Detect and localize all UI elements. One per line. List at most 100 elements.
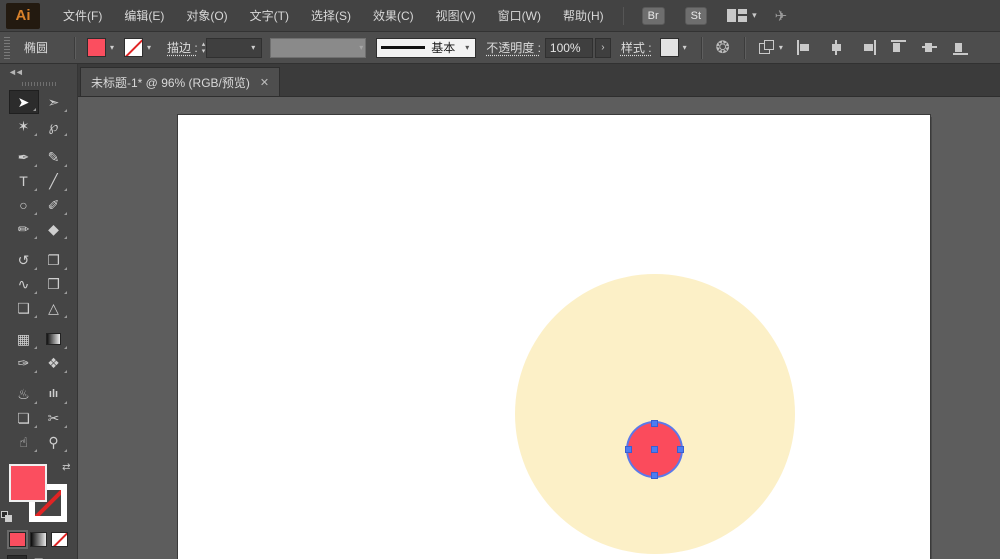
close-icon[interactable]: ✕ — [260, 76, 269, 89]
menu-item-6[interactable]: 视图(V) — [425, 1, 487, 30]
paintbrush-tool[interactable]: ✐ — [39, 193, 69, 217]
blend-icon: ❖ — [47, 354, 60, 371]
eyedropper-tool[interactable]: ✑ — [9, 351, 39, 375]
blend-tool[interactable]: ❖ — [39, 351, 69, 375]
align-vertical-top-icon[interactable] — [890, 40, 907, 55]
stepper-up-icon[interactable]: ▴ — [202, 41, 206, 48]
align-horizontal-center-icon[interactable] — [828, 40, 845, 55]
ellipse-tool[interactable]: ○ — [9, 193, 39, 217]
menu-item-1[interactable]: 编辑(E) — [113, 1, 175, 30]
recolor-artwork-icon[interactable]: ❂ — [716, 38, 730, 58]
canvas[interactable] — [78, 97, 1000, 559]
menu-item-3[interactable]: 文字(T) — [239, 1, 300, 30]
fill-color-dropdown[interactable]: ▾ — [87, 38, 116, 57]
stroke-width-stepper[interactable]: ▴ ▾ — [202, 41, 206, 55]
stroke-panel-link[interactable]: 描边 : — [167, 39, 198, 56]
symbol-sprayer-tool[interactable]: ♨ — [9, 382, 39, 406]
align-horizontal-left-icon[interactable] — [796, 40, 814, 55]
menu-item-0[interactable]: 文件(F) — [52, 1, 113, 30]
menu-bar: Ai 文件(F) 编辑(E) 对象(O) 文字(T) 选择(S) 效果(C) 视图(V) 窗口… — [0, 0, 1000, 32]
fill-color-swatch[interactable] — [87, 38, 107, 57]
stroke-width-combo[interactable]: ▾ — [206, 37, 263, 58]
graphic-style-dropdown[interactable]: ▾ — [659, 38, 689, 57]
selection-handle-top[interactable] — [651, 420, 658, 427]
zoom-tool[interactable]: ⚲ — [39, 430, 69, 454]
panel-grip[interactable] — [4, 36, 10, 59]
collapse-panel-button[interactable]: ◄◄ — [0, 64, 30, 80]
rotate-tool[interactable]: ↺ — [9, 248, 39, 272]
slice-tool[interactable]: ✂ — [39, 406, 69, 430]
pencil-tool[interactable]: ✏ — [9, 217, 39, 241]
selection-handle-right[interactable] — [677, 446, 684, 453]
align-vertical-center-icon[interactable] — [921, 40, 938, 55]
menu-item-5[interactable]: 效果(C) — [362, 1, 425, 30]
magic-wand-tool[interactable]: ✶ — [9, 114, 39, 138]
shape-builder-tool[interactable]: ❑ — [9, 296, 39, 320]
draw-normal-mode[interactable]: ❏ — [6, 555, 27, 559]
stepper-down-icon[interactable]: ▾ — [202, 48, 206, 55]
eraser-tool[interactable]: ◆ — [39, 217, 69, 241]
perspective-grid-tool[interactable]: △ — [39, 296, 69, 320]
app-logo[interactable]: Ai — [6, 2, 40, 29]
bridge-button[interactable]: Br — [641, 6, 665, 25]
gradient-chip[interactable] — [30, 532, 47, 547]
none-chip[interactable] — [51, 532, 68, 547]
chevron-down-icon[interactable]: ▾ — [463, 41, 471, 54]
selection-handle-left[interactable] — [625, 446, 632, 453]
brush-definition-dropdown[interactable]: 基本 ▾ — [376, 37, 477, 58]
selection-handle-bottom[interactable] — [651, 472, 658, 479]
stroke-none-swatch[interactable] — [124, 38, 144, 57]
default-fill-stroke-icon[interactable] — [0, 511, 14, 524]
scale-tool[interactable]: ❐ — [39, 248, 69, 272]
select-similar-icon[interactable] — [758, 40, 775, 55]
gradient-tool[interactable] — [39, 327, 69, 351]
menu-item-8[interactable]: 帮助(H) — [552, 1, 615, 30]
width-tool[interactable]: ∿ — [9, 272, 39, 296]
menu-item-7[interactable]: 窗口(W) — [487, 1, 552, 30]
hand-tool[interactable]: ☝ — [9, 430, 39, 454]
selection-center-point[interactable] — [651, 446, 658, 453]
draw-inside-mode[interactable]: ◉ — [51, 555, 71, 559]
line-segment-tool[interactable]: ╱ — [39, 169, 69, 193]
stroke-color-dropdown[interactable]: ▾ — [124, 38, 153, 57]
chevron-down-icon[interactable]: ▾ — [777, 41, 785, 54]
panel-grip[interactable] — [21, 82, 56, 86]
direct-selection-tool[interactable]: ➣ — [39, 90, 69, 114]
free-transform-tool[interactable]: ❒ — [39, 272, 69, 296]
align-horizontal-right-icon[interactable] — [859, 40, 876, 55]
curvature-tool[interactable]: ✎ — [39, 145, 69, 169]
chevron-down-icon[interactable]: ▾ — [681, 41, 689, 54]
swap-fill-stroke-icon[interactable]: ⇄ — [62, 462, 70, 473]
selection-tool[interactable]: ➤ — [8, 90, 39, 114]
chevron-down-icon[interactable]: ▾ — [145, 41, 153, 54]
menu-item-2[interactable]: 对象(O) — [175, 1, 238, 30]
opacity-menu-button[interactable]: › — [594, 37, 611, 58]
workspace-switcher[interactable]: ▾ — [727, 9, 757, 22]
shape-builder-icon: ❑ — [17, 299, 30, 316]
artboard[interactable] — [178, 115, 930, 559]
opacity-input[interactable] — [544, 37, 593, 58]
type-tool[interactable]: T — [9, 169, 39, 193]
column-graph-tool[interactable]: ılı — [39, 382, 69, 406]
document-tab[interactable]: 未标题-1* @ 96% (RGB/预览) ✕ — [80, 67, 281, 96]
control-bar: 椭圆 ▾ ▾ 描边 : ▴ ▾ ▾ ▾ 基本 ▾ 不透明度 : › 样式 : ▾… — [0, 32, 1000, 64]
tool-context-label: 椭圆 — [24, 41, 49, 55]
divider — [622, 6, 624, 25]
chevron-down-icon[interactable]: ▾ — [249, 41, 257, 54]
graphic-style-swatch[interactable] — [659, 38, 679, 57]
cs-live-icon[interactable]: ✈ — [775, 7, 788, 25]
chevron-down-icon[interactable]: ▾ — [108, 41, 116, 54]
mesh-tool[interactable]: ▦ — [9, 327, 39, 351]
opacity-panel-link[interactable]: 不透明度 : — [486, 39, 541, 56]
stock-button[interactable]: St — [684, 6, 708, 25]
pen-tool[interactable]: ✒ — [9, 145, 39, 169]
menu-item-4[interactable]: 选择(S) — [300, 1, 362, 30]
draw-behind-mode[interactable]: ❐ — [29, 555, 49, 559]
artboard-tool[interactable]: ❏ — [9, 406, 39, 430]
color-chip[interactable] — [7, 530, 28, 549]
fill-proxy[interactable] — [8, 464, 47, 502]
scale-icon: ❐ — [47, 251, 60, 268]
outer-circle-shape[interactable] — [515, 274, 795, 554]
lasso-tool[interactable]: ℘ — [39, 114, 69, 138]
align-vertical-bottom-icon[interactable] — [952, 40, 969, 55]
